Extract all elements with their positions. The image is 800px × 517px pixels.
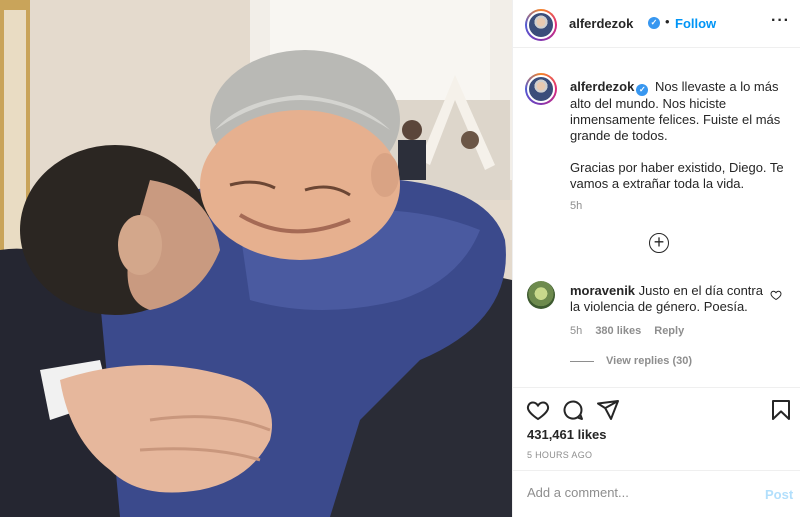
view-replies-label: View replies (30)	[606, 355, 693, 367]
heart-icon[interactable]	[526, 398, 550, 422]
comment-input[interactable]	[527, 485, 747, 500]
comment: moravenik Justo en el día contra la viol…	[570, 283, 770, 315]
follow-button[interactable]: Follow	[675, 16, 716, 31]
plus-circle-icon[interactable]: +	[649, 233, 669, 253]
verified-badge-icon: ✓	[648, 17, 660, 29]
instagram-post: alferdezok ✓ • Follow ··· alferdezok ✓ No…	[0, 0, 800, 517]
hug-photo-illustration	[0, 0, 512, 517]
verified-badge-icon: ✓	[636, 84, 649, 96]
comment-timestamp[interactable]: 5h	[570, 325, 582, 337]
caption-username[interactable]: alferdezok	[570, 79, 634, 94]
post-header: alferdezok ✓ • Follow ···	[513, 0, 800, 48]
replies-divider	[570, 360, 594, 362]
more-options-icon[interactable]: ···	[771, 12, 790, 30]
comment-likes[interactable]: 380 likes	[595, 325, 641, 337]
separator-dot: •	[665, 14, 670, 29]
comment-icon[interactable]	[561, 398, 585, 422]
post-actions: 431,461 likes 5 HOURS AGO Post	[513, 387, 800, 517]
commenter-avatar[interactable]	[527, 281, 555, 309]
add-comment-bar: Post	[513, 470, 800, 517]
share-icon[interactable]	[596, 398, 620, 422]
post-photo[interactable]	[0, 0, 512, 517]
likes-count[interactable]: 431,461 likes	[527, 427, 607, 442]
comment-meta: 5h 380 likes Reply	[570, 325, 694, 337]
caption-avatar[interactable]	[525, 73, 557, 105]
view-replies-button[interactable]: View replies (30)	[570, 355, 692, 367]
post-sidebar: alferdezok ✓ • Follow ··· alferdezok ✓ No…	[512, 0, 800, 517]
caption-body: Nos llevaste a lo más alto del mundo. No…	[570, 79, 784, 191]
post-time-ago[interactable]: 5 HOURS AGO	[527, 450, 592, 460]
reply-button[interactable]: Reply	[654, 325, 684, 337]
header-username[interactable]: alferdezok	[569, 16, 633, 31]
caption-timestamp[interactable]: 5h	[570, 200, 582, 212]
avatar[interactable]	[525, 9, 557, 41]
caption-text: alferdezok ✓ Nos llevaste a lo más alto d…	[570, 79, 792, 192]
post-comment-button[interactable]: Post	[765, 487, 793, 502]
comment-heart-icon[interactable]	[770, 289, 782, 301]
bookmark-icon[interactable]	[769, 398, 793, 422]
comment-username[interactable]: moravenik	[570, 283, 635, 298]
